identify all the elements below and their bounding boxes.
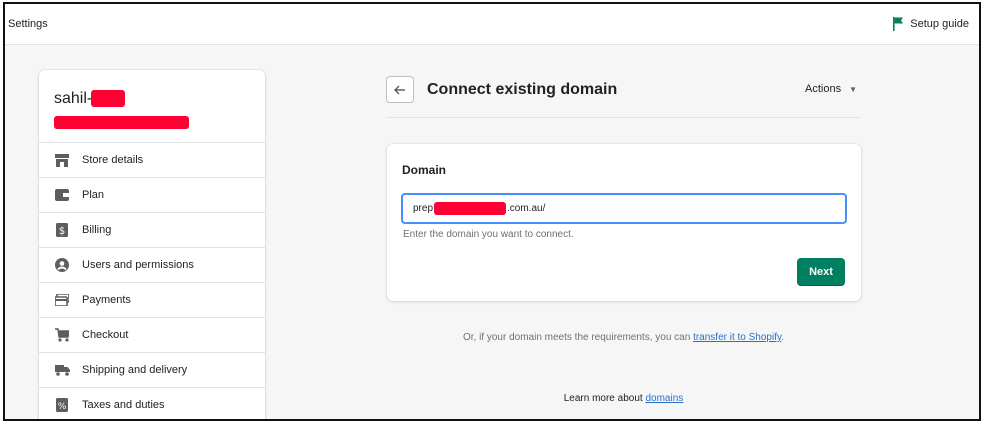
domain-input-suffix: .com.au/ — [507, 203, 546, 214]
store-icon — [54, 152, 70, 168]
app-window: Settings Setup guide sahil- Store detail… — [3, 2, 981, 421]
arrow-left-icon — [394, 85, 405, 94]
plan-icon — [54, 187, 70, 203]
transfer-note: Or, if your domain meets the requirement… — [386, 332, 861, 343]
sidebar-item-users[interactable]: Users and permissions — [39, 248, 265, 283]
main-content: Connect existing domain Actions ▼ Domain… — [386, 74, 861, 404]
sidebar-item-label: Store details — [82, 154, 144, 166]
sidebar-item-checkout[interactable]: Checkout — [39, 318, 265, 353]
sidebar-item-store-details[interactable]: Store details — [39, 143, 265, 178]
truck-icon — [54, 362, 70, 378]
billing-icon: $ — [54, 222, 70, 238]
transfer-text: Or, if your domain meets the requirement… — [462, 332, 694, 343]
settings-sidebar: sahil- Store details Plan $ Billing User… — [39, 70, 265, 419]
learn-more-note: Learn more about domains — [386, 393, 861, 404]
payments-icon — [54, 292, 70, 308]
cart-icon — [54, 327, 70, 343]
sidebar-item-billing[interactable]: $ Billing — [39, 213, 265, 248]
redacted-domain-text — [434, 202, 507, 215]
sidebar-item-shipping[interactable]: Shipping and delivery — [39, 353, 265, 388]
sidebar-item-label: Billing — [82, 224, 112, 236]
tax-icon: % — [54, 397, 70, 413]
sidebar-item-plan[interactable]: Plan — [39, 178, 265, 213]
next-button[interactable]: Next — [797, 258, 845, 286]
page-header: Connect existing domain Actions ▼ — [386, 74, 861, 118]
actions-menu-button[interactable]: Actions ▼ — [805, 83, 857, 95]
sidebar-item-label: Shipping and delivery — [82, 364, 188, 376]
page-title: Connect existing domain — [427, 81, 618, 98]
sidebar-item-taxes[interactable]: % Taxes and duties — [39, 388, 265, 419]
setup-guide-button[interactable]: Setup guide — [892, 17, 969, 31]
transfer-end: . — [781, 332, 785, 343]
page-heading: Settings — [8, 18, 48, 30]
back-button[interactable] — [386, 76, 414, 103]
domain-help-text: Enter the domain you want to connect. — [403, 229, 574, 240]
redacted-store-url — [54, 116, 189, 129]
sidebar-item-label: Payments — [82, 294, 131, 306]
flag-icon — [893, 17, 904, 31]
sidebar-item-label: Checkout — [82, 329, 129, 341]
domain-card: Domain prep .com.au/ Enter the domain yo… — [387, 144, 861, 301]
user-icon — [54, 257, 70, 273]
transfer-link[interactable]: transfer it to Shopify — [693, 332, 781, 343]
caret-down-icon: ▼ — [849, 84, 857, 94]
setup-guide-label: Setup guide — [910, 18, 969, 30]
learn-more-text: Learn more about — [563, 393, 646, 404]
top-bar: Settings Setup guide — [5, 4, 979, 45]
redacted-store-name — [91, 90, 125, 107]
actions-label: Actions — [805, 83, 842, 95]
domain-input[interactable]: prep .com.au/ — [401, 193, 847, 224]
store-header: sahil- — [39, 70, 265, 143]
domain-input-prefix: prep — [413, 203, 434, 214]
domains-link[interactable]: domains — [645, 393, 683, 404]
svg-text:$: $ — [59, 226, 65, 237]
sidebar-item-payments[interactable]: Payments — [39, 283, 265, 318]
store-name: sahil- — [54, 90, 93, 107]
svg-text:%: % — [58, 402, 67, 412]
card-title: Domain — [402, 163, 447, 177]
sidebar-item-label: Taxes and duties — [82, 399, 165, 411]
sidebar-item-label: Plan — [82, 189, 105, 201]
sidebar-item-label: Users and permissions — [82, 259, 194, 271]
